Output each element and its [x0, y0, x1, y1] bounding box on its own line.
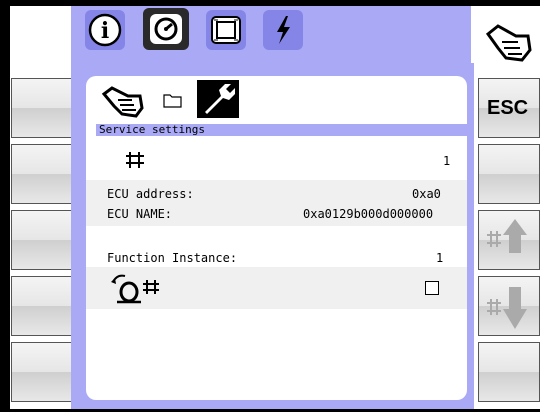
gauge-icon [150, 14, 182, 44]
implement-network-icon [111, 274, 159, 304]
tab-info[interactable]: i [85, 10, 125, 50]
hand-icon [101, 86, 144, 118]
ecu-address-value: 0xa0 [412, 187, 441, 201]
svg-text:i: i [101, 18, 109, 44]
lightning-icon [277, 16, 290, 44]
scroll-down-button[interactable] [478, 276, 540, 336]
ecu-name-label: ECU NAME: [107, 207, 173, 221]
left-top-blank [11, 6, 70, 72]
network-down-arrow-icon [487, 287, 527, 329]
page-title: Service settings [99, 123, 205, 136]
right-softkey-2[interactable] [478, 144, 540, 204]
option-checkbox[interactable] [425, 281, 439, 295]
tab-screen[interactable] [206, 10, 246, 50]
left-softkey-4[interactable] [11, 276, 73, 336]
ecu-address-label: ECU address: [107, 187, 194, 201]
network-value: 1 [443, 154, 451, 168]
tab-power[interactable] [263, 10, 303, 50]
left-softkey-2[interactable] [11, 144, 73, 204]
esc-button[interactable]: ESC [478, 78, 540, 138]
ecu-name-value: 0xa0129b000d000000 [303, 207, 434, 221]
right-softkey-6[interactable] [478, 342, 540, 402]
function-instance-label: Function Instance: [107, 251, 238, 265]
left-softkey-3[interactable] [11, 210, 73, 270]
hand-icon [485, 24, 532, 62]
title-bar: Service settings [96, 123, 467, 136]
network-up-arrow-icon [487, 219, 527, 253]
left-softkey-5[interactable] [11, 342, 73, 402]
esc-label: ESC [487, 97, 529, 119]
info-circle-icon: i [88, 13, 122, 47]
function-instance-value: 1 [436, 251, 444, 265]
network-icon [126, 152, 144, 168]
wrench-icon [197, 80, 239, 118]
tab-gauge[interactable] [143, 8, 189, 50]
left-softkey-1[interactable] [11, 78, 73, 138]
right-top-area [476, 6, 540, 72]
scroll-up-button[interactable] [478, 210, 540, 270]
folder-icon [163, 94, 182, 108]
screen-frame-icon [211, 16, 241, 44]
